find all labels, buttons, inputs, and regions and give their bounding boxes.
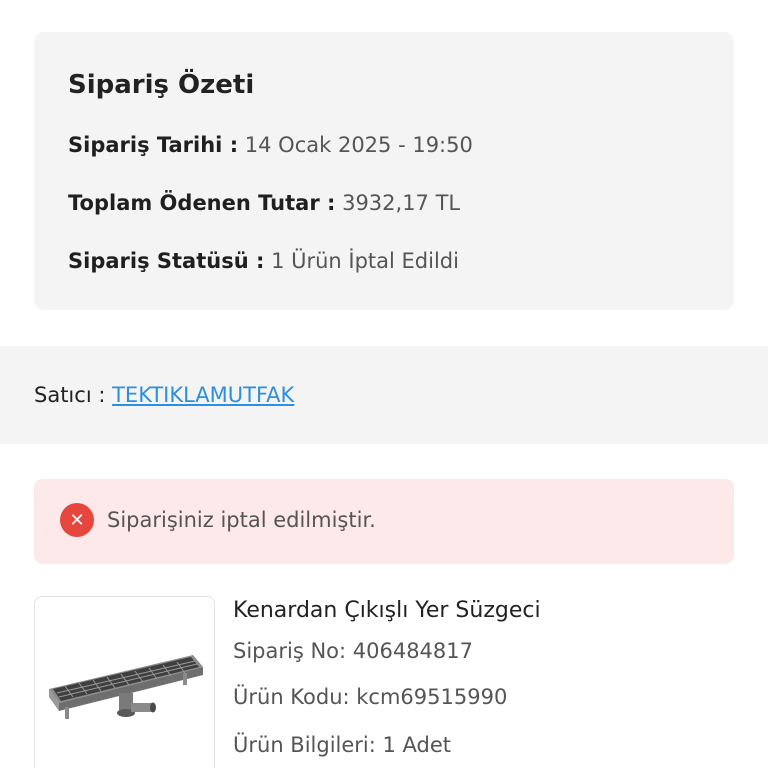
product-image[interactable] xyxy=(34,596,215,768)
product-name[interactable]: Kenardan Çıkışlı Yer Süzgeci xyxy=(233,598,541,623)
order-status-row: Sipariş Statüsü : 1 Ürün İptal Edildi xyxy=(68,249,459,273)
order-status-value: 1 Ürün İptal Edildi xyxy=(271,249,459,273)
order-summary-title: Sipariş Özeti xyxy=(68,70,255,100)
order-status-label: Sipariş Statüsü : xyxy=(68,249,265,273)
cancel-alert: ✕ Siparişiniz iptal edilmiştir. xyxy=(34,479,734,564)
seller-line: Satıcı : TEKTIKLAMUTFAK xyxy=(34,383,294,407)
product-order-number: Sipariş No: 406484817 xyxy=(233,639,474,663)
order-summary-card: Sipariş Özeti Sipariş Tarihi : 14 Ocak 2… xyxy=(34,32,734,310)
seller-label: Satıcı : xyxy=(34,383,106,407)
cancel-alert-message: Siparişiniz iptal edilmiştir. xyxy=(107,508,376,532)
total-paid-value: 3932,17 TL xyxy=(342,191,461,215)
order-date-row: Sipariş Tarihi : 14 Ocak 2025 - 19:50 xyxy=(68,133,473,157)
floor-drain-image xyxy=(49,655,203,719)
product-code: Ürün Kodu: kcm69515990 xyxy=(233,685,508,709)
seller-link[interactable]: TEKTIKLAMUTFAK xyxy=(112,383,294,407)
order-date-label: Sipariş Tarihi : xyxy=(68,133,239,157)
total-paid-row: Toplam Ödenen Tutar : 3932,17 TL xyxy=(68,191,460,215)
product-details: Ürün Bilgileri: 1 Adet xyxy=(233,733,452,757)
total-paid-label: Toplam Ödenen Tutar : xyxy=(68,191,336,215)
close-circle-icon: ✕ xyxy=(60,503,94,537)
seller-bar: Satıcı : TEKTIKLAMUTFAK xyxy=(0,346,768,444)
order-date-value: 14 Ocak 2025 - 19:50 xyxy=(244,133,473,157)
